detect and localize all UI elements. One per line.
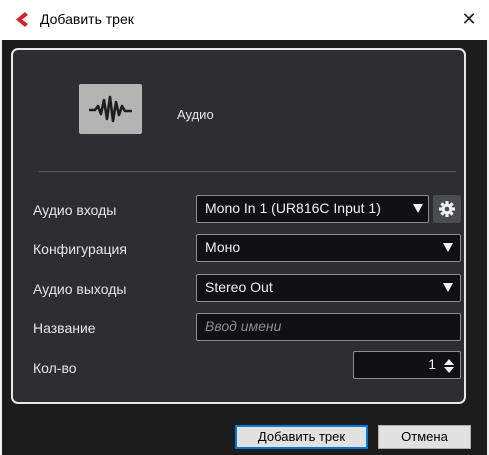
section-divider: [39, 171, 456, 172]
configuration-select[interactable]: Моно: [196, 234, 461, 262]
track-type-audio-button[interactable]: [79, 84, 142, 134]
track-name-input[interactable]: Ввод имени: [196, 313, 461, 341]
cancel-button[interactable]: Отмена: [378, 425, 471, 449]
title-bar: Добавить трек ✕: [0, 0, 489, 40]
audio-outputs-value: Stereo Out: [205, 279, 273, 295]
close-button[interactable]: ✕: [458, 8, 480, 30]
name-label: Название: [33, 320, 96, 336]
audio-inputs-settings-button[interactable]: [433, 195, 461, 223]
gear-icon: [439, 201, 455, 217]
configuration-label: Конфигурация: [33, 241, 127, 257]
count-label: Кол-во: [33, 360, 77, 376]
count-stepper[interactable]: 1: [353, 351, 461, 379]
track-type-label: Аудио: [177, 107, 214, 122]
cubase-logo-icon: [16, 12, 28, 27]
add-track-button[interactable]: Добавить трек: [235, 425, 368, 449]
track-name-placeholder: Ввод имени: [205, 318, 282, 334]
audio-inputs-select[interactable]: Mono In 1 (UR816C Input 1): [196, 195, 429, 223]
stepper-down-icon[interactable]: [444, 367, 454, 373]
audio-outputs-select[interactable]: Stereo Out: [196, 274, 461, 302]
audio-inputs-label: Аудио входы: [33, 202, 117, 218]
count-value: 1: [428, 356, 436, 372]
stepper-up-icon[interactable]: [444, 359, 454, 365]
configuration-value: Моно: [205, 239, 241, 255]
close-icon: ✕: [461, 9, 477, 29]
chevron-down-icon: [413, 204, 423, 213]
audio-inputs-value: Mono In 1 (UR816C Input 1): [205, 200, 381, 216]
chevron-down-icon: [443, 283, 453, 292]
window-title: Добавить трек: [40, 11, 134, 27]
audio-waveform-icon: [89, 95, 132, 123]
chevron-down-icon: [443, 243, 453, 252]
audio-outputs-label: Аудио выходы: [33, 281, 127, 297]
